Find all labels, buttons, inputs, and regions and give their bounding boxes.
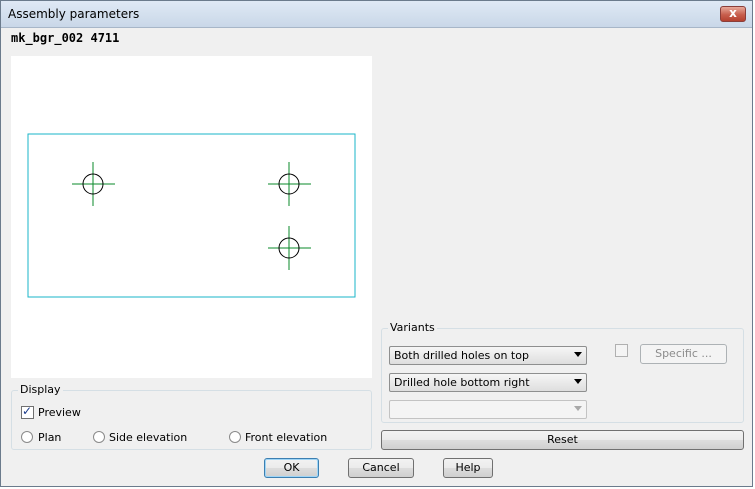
- radio-side-elevation-label: Side elevation: [109, 431, 188, 444]
- checkmark-icon: ✓: [22, 404, 33, 418]
- radio-plan[interactable]: [21, 431, 33, 443]
- variant-select-1-value: Both drilled holes on top: [394, 349, 529, 362]
- help-button[interactable]: Help: [443, 458, 493, 478]
- drawing-preview: [27, 133, 356, 298]
- variant-select-2[interactable]: Drilled hole bottom right: [389, 373, 587, 392]
- specific-button[interactable]: Specific ...: [640, 344, 727, 364]
- radio-front-elevation[interactable]: [229, 431, 241, 443]
- dropdown-arrow-icon: [574, 406, 582, 411]
- drill-hole-top-left: [72, 162, 115, 206]
- preview-label: Preview: [38, 406, 81, 419]
- title-bar[interactable]: Assembly parameters x: [1, 1, 752, 28]
- radio-front-elevation-label: Front elevation: [245, 431, 328, 444]
- drill-hole-bottom-right: [268, 226, 311, 270]
- display-group-title: Display: [18, 383, 63, 396]
- variants-group-title: Variants: [388, 321, 437, 334]
- drill-hole-top-right: [268, 162, 311, 206]
- dropdown-arrow-icon: [574, 352, 582, 357]
- component-identifier: mk_bgr_002 4711: [11, 31, 120, 45]
- close-button[interactable]: x: [720, 6, 746, 22]
- plate-outline: [27, 133, 356, 298]
- specific-checkbox[interactable]: [615, 344, 628, 357]
- variant-select-2-value: Drilled hole bottom right: [394, 376, 530, 389]
- window-title: Assembly parameters: [8, 7, 140, 21]
- close-icon: x: [729, 6, 737, 20]
- cancel-button[interactable]: Cancel: [348, 458, 414, 478]
- radio-side-elevation[interactable]: [93, 431, 105, 443]
- reset-button[interactable]: Reset: [381, 430, 744, 450]
- variant-select-3[interactable]: [389, 400, 587, 419]
- assembly-parameters-dialog: Assembly parameters x mk_bgr_002 4711 Di…: [0, 0, 753, 487]
- radio-plan-label: Plan: [38, 431, 62, 444]
- variant-select-1[interactable]: Both drilled holes on top: [389, 346, 587, 365]
- preview-canvas: [11, 56, 372, 378]
- preview-checkbox[interactable]: ✓: [21, 404, 34, 419]
- dropdown-arrow-icon: [574, 379, 582, 384]
- ok-button[interactable]: OK: [264, 458, 319, 478]
